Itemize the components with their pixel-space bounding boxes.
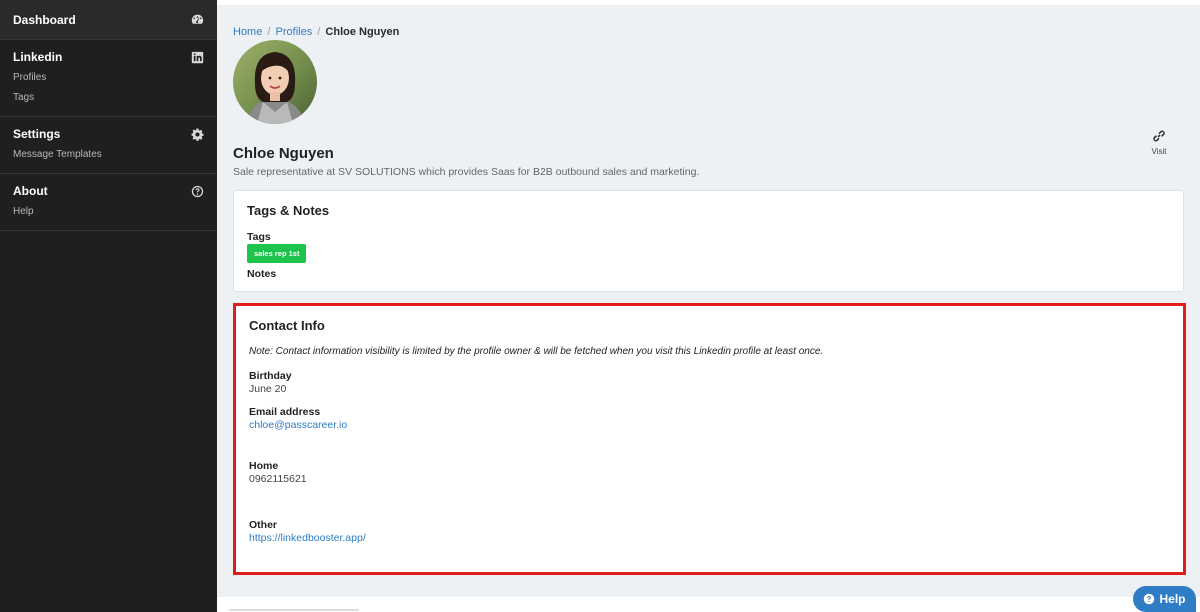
avatar (233, 40, 317, 124)
home-phone-label: Home (249, 460, 279, 472)
gear-icon (190, 127, 204, 141)
breadcrumb-separator: / (317, 26, 321, 38)
sidebar-section-settings: Settings Message Templates (0, 117, 217, 174)
visit-label: Visit (1151, 147, 1167, 156)
sidebar-section-title: About (13, 184, 48, 198)
breadcrumb-separator: / (267, 26, 271, 38)
sidebar-item-profiles[interactable]: Profiles (13, 70, 204, 85)
profile-name: Chloe Nguyen (233, 145, 334, 162)
sidebar-item-linkedin[interactable]: Linkedin (13, 49, 204, 65)
linkedin-icon (190, 50, 204, 64)
link-icon (1153, 130, 1165, 142)
tags-label: Tags (247, 231, 271, 243)
sidebar-section-about: About Help (0, 174, 217, 231)
contact-info-title: Contact Info (249, 318, 325, 333)
email-label: Email address (249, 406, 321, 418)
contact-info-card: Contact Info Note: Contact information v… (233, 303, 1186, 575)
sidebar-item-settings[interactable]: Settings (13, 126, 204, 142)
sidebar-section-title: Linkedin (13, 50, 63, 64)
sidebar-section-linkedin: Linkedin Profiles Tags (0, 40, 217, 117)
sidebar: Dashboard Linkedin Profiles Tags Setting… (0, 0, 217, 612)
birthday-label: Birthday (249, 370, 292, 382)
sidebar-item-dashboard[interactable]: Dashboard (0, 0, 217, 40)
home-phone-value: 0962115621 (249, 473, 307, 485)
help-button[interactable]: Help (1133, 586, 1196, 612)
sidebar-section-title: Settings (13, 127, 61, 141)
tags-notes-card: Tags & Notes Tags sales rep 1st Notes (233, 190, 1184, 292)
birthday-value: June 20 (249, 383, 287, 395)
sidebar-item-tags[interactable]: Tags (13, 90, 204, 105)
question-circle-icon (1144, 593, 1155, 605)
breadcrumb-current: Chloe Nguyen (325, 26, 400, 38)
question-circle-icon (190, 184, 204, 198)
breadcrumb-profiles[interactable]: Profiles (276, 26, 313, 38)
tags-notes-title: Tags & Notes (247, 203, 330, 218)
speedometer-icon (190, 13, 204, 27)
breadcrumb: Home / Profiles / Chloe Nguyen (233, 26, 399, 38)
other-link[interactable]: https://linkedbooster.app/ (249, 532, 1170, 544)
main-content: Home / Profiles / Chloe Nguyen Chloe Ngu… (217, 0, 1200, 612)
help-button-label: Help (1159, 592, 1186, 606)
sidebar-item-about[interactable]: About (13, 183, 204, 199)
profile-headline: Sale representative at SV SOLUTIONS whic… (233, 166, 700, 178)
notes-label: Notes (247, 268, 277, 280)
sidebar-item-message-templates[interactable]: Message Templates (13, 147, 204, 162)
breadcrumb-home[interactable]: Home (233, 26, 262, 38)
other-label: Other (249, 519, 278, 531)
sidebar-item-help[interactable]: Help (13, 204, 204, 219)
sidebar-item-label: Dashboard (13, 12, 76, 27)
footer-divider (229, 609, 359, 611)
tag-badge[interactable]: sales rep 1st (247, 244, 307, 263)
visit-button[interactable]: Visit (1150, 129, 1168, 156)
email-link[interactable]: chloe@passcareer.io (249, 419, 1170, 431)
contact-note: Note: Contact information visibility is … (249, 346, 824, 357)
